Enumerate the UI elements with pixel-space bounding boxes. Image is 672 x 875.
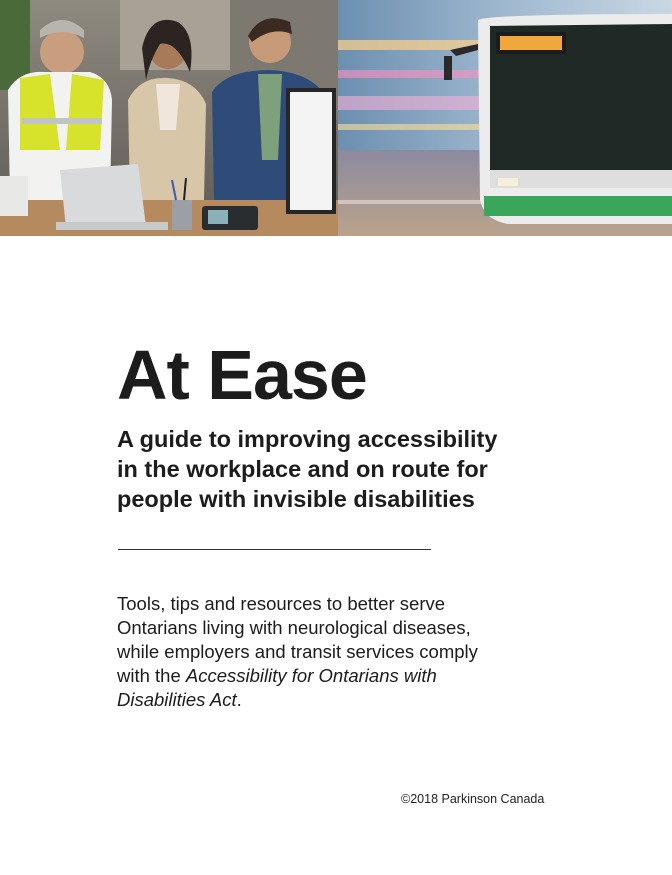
intro-line: with the Accessibility for Ontarians wit… — [117, 664, 537, 688]
intro-line: Disabilities Act. — [117, 688, 537, 712]
transit-bus-photo — [338, 0, 672, 236]
act-name-italic: Accessibility for Ontarians with — [185, 665, 437, 686]
subtitle-line: in the workplace and on route for — [117, 456, 488, 482]
act-name-italic: Disabilities Act — [117, 689, 237, 710]
intro-line: while employers and transit services com… — [117, 641, 478, 662]
intro-text: . — [236, 689, 242, 710]
office-team-photo — [0, 0, 338, 236]
divider-rule — [118, 549, 431, 550]
intro-paragraph: Tools, tips and resources to better serv… — [117, 592, 537, 712]
intro-line: Ontarians living with neurological disea… — [117, 617, 471, 638]
document-title: At Ease — [117, 336, 368, 414]
subtitle-line: A guide to improving accessibility — [117, 426, 498, 452]
copyright-notice: ©2018 Parkinson Canada — [401, 792, 545, 806]
cover-banner — [0, 0, 672, 236]
document-subtitle: A guide to improving accessibility in th… — [117, 424, 557, 514]
intro-line: Tools, tips and resources to better serv… — [117, 593, 446, 614]
subtitle-line: people with invisible disabilities — [117, 486, 475, 512]
intro-text: with the — [117, 665, 186, 686]
